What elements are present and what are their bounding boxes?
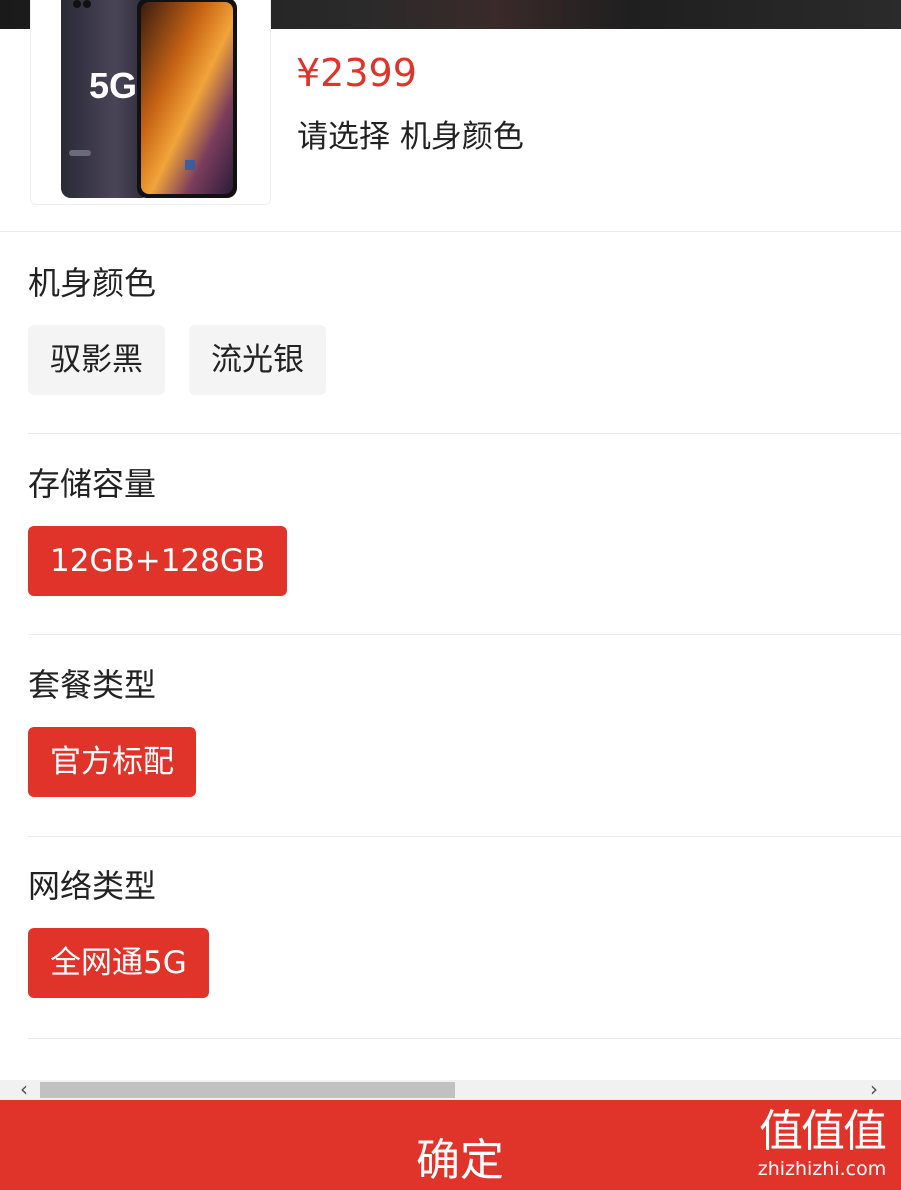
sku-selector-page: 5G ¥2399 请选择 机身颜色 机身颜色 驭影黑 流光银 存储容量 12GB… [0, 0, 901, 1190]
option-chip-selected[interactable]: 官方标配 [28, 727, 196, 797]
watermark-text: 值值值 [759, 1106, 887, 1157]
chevron-right-icon[interactable]: › [864, 1079, 884, 1100]
option-chip[interactable]: 流光银 [189, 325, 326, 395]
option-group: 官方标配 [28, 727, 196, 797]
divider [28, 836, 901, 837]
option-chip-selected[interactable]: 12GB+128GB [28, 526, 288, 596]
selection-hint: 请选择 机身颜色 [297, 119, 524, 155]
price: ¥2399 [296, 51, 417, 95]
watermark-url: zhizhizhi.com [757, 1158, 887, 1180]
divider [28, 433, 901, 434]
section-title: 机身颜色 [28, 264, 157, 302]
option-chip-selected[interactable]: 全网通5G [28, 928, 209, 998]
section-title: 网络类型 [28, 867, 157, 905]
divider [28, 634, 901, 635]
watermark-logo: 值值值 zhizhizhi.com [748, 1106, 896, 1180]
horizontal-scrollbar[interactable]: ‹ › [0, 1079, 901, 1100]
thumbnail-badge-text: 5G [89, 65, 137, 106]
section-title: 套餐类型 [28, 666, 157, 704]
phone-image: 5G [61, 0, 237, 198]
scrollbar-thumb[interactable] [40, 1082, 455, 1098]
chevron-left-icon[interactable]: ‹ [14, 1079, 34, 1100]
option-chip[interactable]: 驭影黑 [28, 325, 165, 395]
divider [28, 1038, 901, 1039]
product-thumbnail: 5G [30, 0, 271, 205]
option-group: 驭影黑 流光银 [28, 325, 326, 395]
option-group: 12GB+128GB [28, 526, 288, 596]
divider [0, 231, 901, 232]
section-title: 存储容量 [28, 465, 157, 503]
option-group: 全网通5G [28, 928, 209, 998]
